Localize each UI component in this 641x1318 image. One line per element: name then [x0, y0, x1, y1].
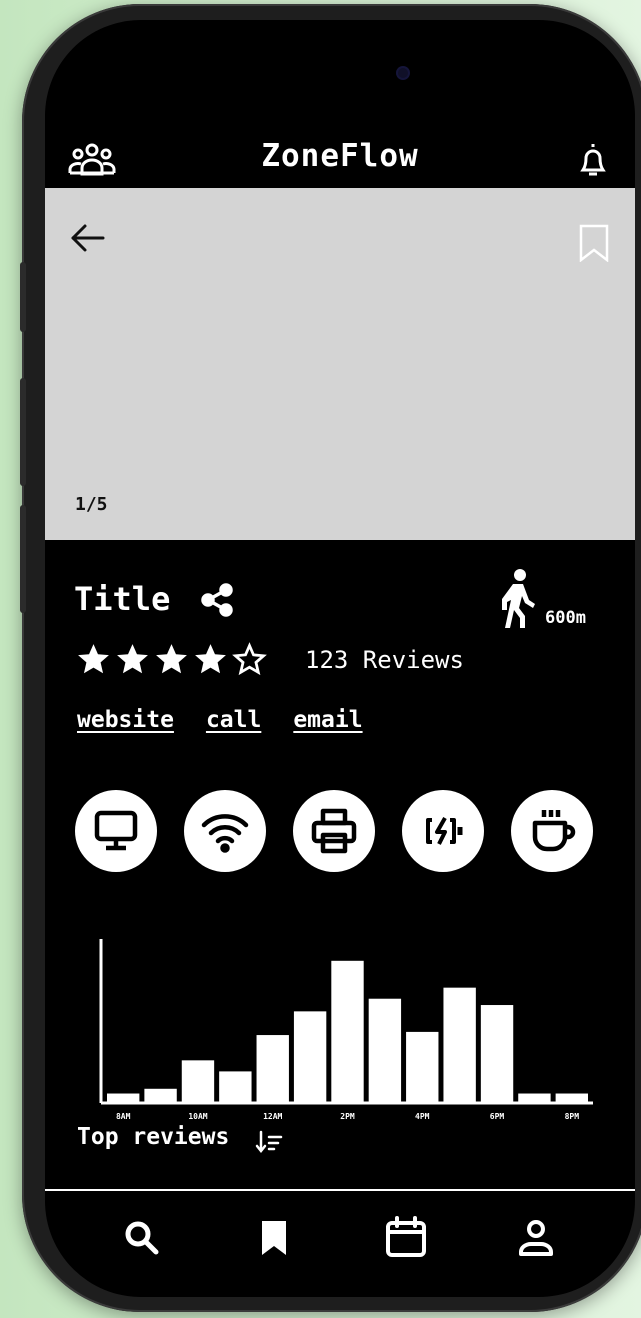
star-filled-icon: [78, 644, 109, 674]
printer-icon[interactable]: [293, 790, 375, 872]
chart-bar: [219, 1071, 252, 1103]
profile-icon[interactable]: [513, 1215, 559, 1261]
place-title: Title: [74, 580, 171, 618]
nav-divider: [45, 1189, 635, 1191]
chart-tick-label: 6PM: [490, 1112, 505, 1121]
chart-bar: [293, 1011, 327, 1103]
chart-bar: [368, 998, 402, 1103]
chart-bar: [555, 1093, 588, 1103]
popular-times-chart: 8AM 10AM 12AM 2PM 4PM 6PM 8PM: [99, 939, 593, 1121]
top-reviews-heading: Top reviews: [77, 1124, 230, 1150]
phone-side-button: [20, 262, 26, 332]
chart-bar: [181, 1060, 215, 1103]
reviews-count[interactable]: 123 Reviews: [305, 646, 464, 674]
chart-tick-label: 10AM: [188, 1112, 207, 1121]
phone-side-button: [20, 505, 26, 613]
chart-tick-label: 8PM: [565, 1112, 580, 1121]
wifi-icon[interactable]: [184, 790, 266, 872]
chart-tick-label: 8AM: [116, 1112, 131, 1121]
bookmark-outline-icon[interactable]: [577, 224, 611, 263]
share-icon[interactable]: [199, 582, 235, 618]
star-filled-icon: [156, 644, 187, 674]
website-link[interactable]: website: [77, 707, 174, 733]
chart-tick-label: 12AM: [263, 1112, 282, 1121]
phone-side-button: [20, 378, 26, 486]
chart-bar: [107, 1093, 140, 1103]
rating-stars: [75, 641, 268, 678]
image-counter: 1/5: [75, 494, 108, 515]
calendar-icon[interactable]: [383, 1215, 429, 1261]
chart-bar: [331, 960, 364, 1103]
monitor-icon[interactable]: [75, 790, 157, 872]
walking-icon: [497, 568, 539, 630]
search-icon[interactable]: [119, 1215, 165, 1261]
chart-bar: [256, 1035, 289, 1103]
sort-icon[interactable]: [255, 1128, 283, 1156]
coffee-icon[interactable]: [511, 790, 593, 872]
charging-icon[interactable]: [402, 790, 484, 872]
chart-tick-label: 4PM: [415, 1112, 430, 1121]
chart-bar: [144, 1088, 177, 1103]
star-filled-icon: [195, 644, 226, 674]
star-filled-icon: [117, 644, 148, 674]
email-link[interactable]: email: [293, 707, 362, 733]
star-outline-icon: [232, 642, 267, 676]
front-camera: [398, 68, 408, 78]
chart-bar: [443, 987, 476, 1103]
call-link[interactable]: call: [206, 707, 261, 733]
distance-label: 600m: [545, 608, 586, 628]
amenities-row: [75, 790, 593, 872]
app-screen: ZoneFlow 1/5 Title 600m 123 Reviews webs…: [45, 20, 635, 1297]
hero-image[interactable]: 1/5: [45, 188, 635, 540]
chart-bar: [406, 1031, 439, 1103]
contact-links: website call email: [77, 707, 363, 733]
chart-tick-label: 2PM: [340, 1112, 355, 1121]
bookmark-icon[interactable]: [251, 1215, 297, 1261]
app-title: ZoneFlow: [261, 138, 419, 174]
bell-icon[interactable]: [573, 140, 613, 180]
arrow-left-icon[interactable]: [65, 216, 109, 260]
chart-bar: [518, 1093, 551, 1103]
chart-bar: [480, 1005, 514, 1103]
